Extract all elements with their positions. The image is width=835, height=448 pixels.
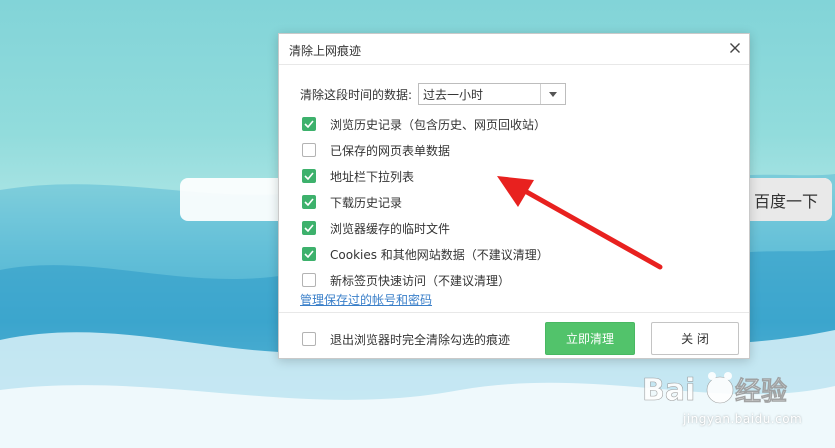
time-range-select[interactable]: 过去一小时 (418, 83, 567, 105)
manage-passwords-link[interactable]: 管理保存过的帐号和密码 (300, 291, 432, 308)
footer-divider (279, 312, 749, 313)
dialog-title: 清除上网痕迹 (289, 44, 362, 58)
clear-option-item[interactable]: 地址栏下拉列表 (302, 168, 414, 184)
chevron-down-icon[interactable] (540, 84, 565, 104)
clear-option-label: 地址栏下拉列表 (330, 169, 415, 184)
clear-option-item[interactable]: 已保存的网页表单数据 (302, 142, 450, 158)
clear-option-item[interactable]: 浏览器缓存的临时文件 (302, 220, 450, 236)
exit-clear-label: 退出浏览器时完全清除勾选的痕迹 (330, 332, 511, 347)
checkbox[interactable] (302, 332, 316, 346)
clear-option-label: 浏览历史记录（包含历史、网页回收站） (330, 117, 547, 132)
checkbox[interactable] (302, 273, 316, 287)
clear-option-label: 已保存的网页表单数据 (330, 143, 451, 158)
exit-clear-option[interactable]: 退出浏览器时完全清除勾选的痕迹 (302, 331, 510, 347)
search-button[interactable]: 百度一下 (740, 178, 832, 221)
watermark-url: jingyan.baidu.com (683, 412, 803, 426)
clear-option-item[interactable]: 下载历史记录 (302, 194, 402, 210)
checkbox-checked[interactable] (302, 169, 316, 183)
checkbox[interactable] (302, 143, 316, 157)
time-range-row: 清除这段时间的数据: 过去一小时 (300, 82, 567, 106)
header-divider (279, 64, 749, 65)
clear-now-button[interactable]: 立即清理 (545, 322, 635, 355)
checkbox-checked[interactable] (302, 247, 316, 261)
close-button[interactable]: 关 闭 (651, 322, 739, 355)
clear-option-item[interactable]: Cookies 和其他网站数据（不建议清理） (302, 246, 549, 262)
checkbox-checked[interactable] (302, 195, 316, 209)
svg-text:Bai: Bai (642, 373, 695, 408)
clear-option-item[interactable]: 浏览历史记录（包含历史、网页回收站） (302, 116, 546, 132)
checkbox-checked[interactable] (302, 117, 316, 131)
clear-option-label: 浏览器缓存的临时文件 (330, 221, 451, 236)
clear-option-label: 新标签页快速访问（不建议清理） (330, 273, 511, 288)
baidu-jingyan-watermark: Bai 经验 (642, 372, 787, 408)
clear-option-item[interactable]: 新标签页快速访问（不建议清理） (302, 272, 510, 288)
svg-text:经验: 经验 (735, 376, 787, 407)
clear-option-label: 下载历史记录 (330, 195, 403, 210)
checkbox-checked[interactable] (302, 221, 316, 235)
close-icon[interactable] (727, 40, 743, 56)
time-range-label: 清除这段时间的数据: (300, 87, 413, 102)
clear-history-dialog: 清除上网痕迹 清除这段时间的数据: 过去一小时 浏览历史记录（包含历史、网页回收… (278, 33, 750, 359)
time-range-value: 过去一小时 (423, 87, 484, 102)
clear-option-label: Cookies 和其他网站数据（不建议清理） (330, 247, 549, 262)
